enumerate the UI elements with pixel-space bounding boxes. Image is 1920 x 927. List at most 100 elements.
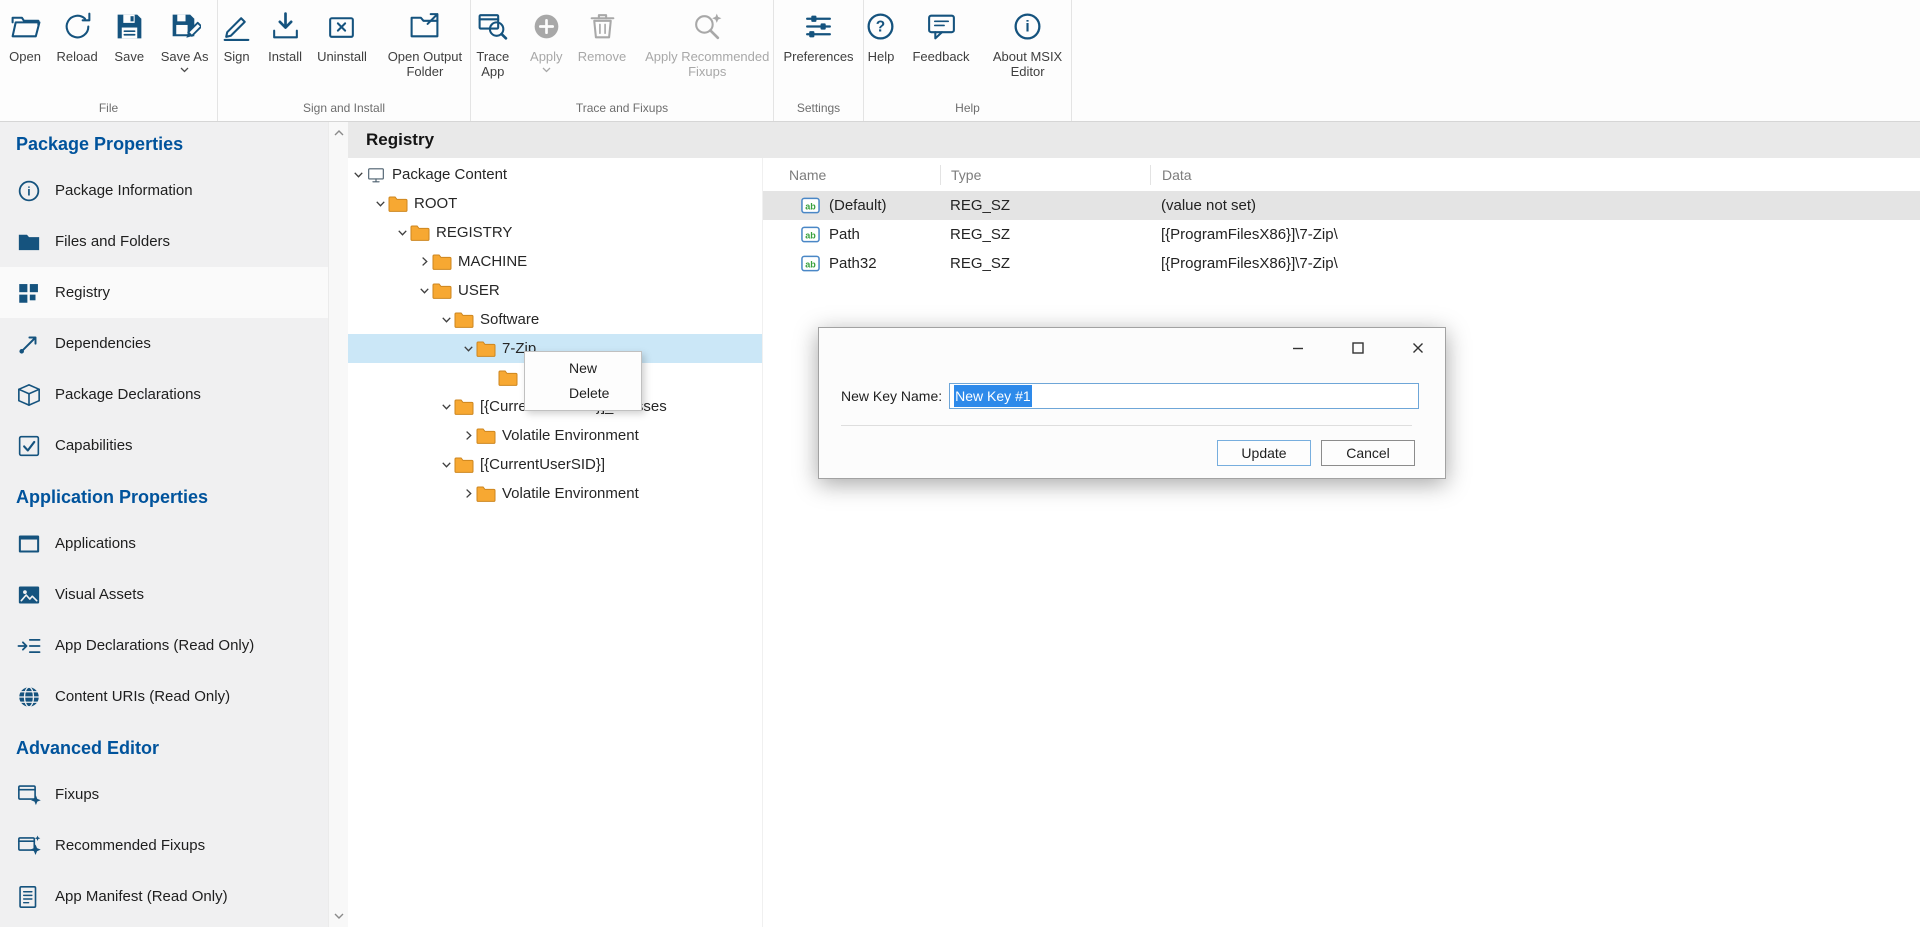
registry-value-row[interactable]: ab (Default) REG_SZ (value not set) <box>763 191 1920 220</box>
save-as-button[interactable]: Save As <box>155 8 215 75</box>
apply-recommended-fixups-button[interactable]: Apply Recommended Fixups <box>635 8 779 81</box>
sidebar-item-package-information[interactable]: i Package Information <box>0 165 328 216</box>
page-title: Registry <box>348 122 1920 158</box>
scroll-up-icon[interactable] <box>329 124 348 142</box>
tree-row-software[interactable]: Software <box>348 305 762 334</box>
sidebar-item-app-declarations[interactable]: App Declarations (Read Only) <box>0 620 328 671</box>
feedback-button[interactable]: Feedback <box>906 8 975 66</box>
chevron-down-icon[interactable] <box>460 341 476 357</box>
new-key-name-input[interactable]: New Key #1 <box>949 383 1419 409</box>
open-button[interactable]: Open <box>3 8 48 66</box>
tree-row-currentusersid[interactable]: [{CurrentUserSID}] <box>348 450 762 479</box>
folder-icon <box>476 427 496 445</box>
tree-row-user[interactable]: USER <box>348 276 762 305</box>
install-button[interactable]: Install <box>262 8 308 66</box>
folder-icon <box>454 311 474 329</box>
document-icon <box>16 884 42 910</box>
sidebar-item-registry[interactable]: Registry <box>0 267 328 318</box>
button-label: Feedback <box>912 49 969 64</box>
sidebar-item-app-manifest[interactable]: App Manifest (Read Only) <box>0 871 328 922</box>
update-button[interactable]: Update <box>1217 440 1311 466</box>
sidebar-item-capabilities[interactable]: Capabilities <box>0 420 328 471</box>
tree-row-volatile-environment[interactable]: Volatile Environment <box>348 479 762 508</box>
registry-value-row[interactable]: ab Path REG_SZ [{ProgramFilesX86}]\7-Zip… <box>763 220 1920 249</box>
save-icon <box>113 10 146 43</box>
registry-value-row[interactable]: ab Path32 REG_SZ [{ProgramFilesX86}]\7-Z… <box>763 249 1920 278</box>
apply-button[interactable]: Apply <box>524 8 569 75</box>
dropdown-chevron-icon <box>542 67 551 73</box>
ribbon-group-label: File <box>0 101 217 121</box>
sidebar-item-files-and-folders[interactable]: Files and Folders <box>0 216 328 267</box>
save-button[interactable]: Save <box>107 8 152 66</box>
button-label: Apply Recommended Fixups <box>641 49 773 79</box>
open-output-folder-button[interactable]: Open Output Folder <box>376 8 474 81</box>
folder-icon <box>410 224 430 242</box>
value-data: [{ProgramFilesX86}]\7-Zip\ <box>1150 255 1920 272</box>
chevron-down-icon[interactable] <box>438 312 454 328</box>
checkbox-icon <box>16 433 42 459</box>
string-value-icon: ab <box>801 197 820 214</box>
column-header-type[interactable]: Type <box>940 165 1150 185</box>
sidebar-item-label: App Manifest (Read Only) <box>55 888 228 905</box>
install-icon <box>269 10 302 43</box>
chevron-down-icon[interactable] <box>350 167 366 183</box>
sidebar-item-applications[interactable]: Applications <box>0 518 328 569</box>
reload-button[interactable]: Reload <box>51 8 104 66</box>
tree-row-volatile-environment[interactable]: Volatile Environment <box>348 421 762 450</box>
sidebar-item-visual-assets[interactable]: Visual Assets <box>0 569 328 620</box>
apply-recommended-fixups-icon <box>691 10 724 43</box>
sidebar-item-label: Dependencies <box>55 335 151 352</box>
minimize-icon[interactable] <box>1287 340 1309 356</box>
remove-button[interactable]: Remove <box>572 8 632 66</box>
column-header-name[interactable]: Name <box>763 165 940 185</box>
svg-text:ab: ab <box>805 201 816 211</box>
maximize-icon[interactable] <box>1347 340 1369 356</box>
scroll-down-icon[interactable] <box>329 907 348 925</box>
sidebar-item-package-declarations[interactable]: Package Declarations <box>0 369 328 420</box>
main-panel: Registry Package Content ROOT <box>348 122 1920 927</box>
sidebar-item-dependencies[interactable]: Dependencies <box>0 318 328 369</box>
column-header-data[interactable]: Data <box>1150 165 1920 185</box>
values-header: Name Type Data <box>763 158 1920 191</box>
chevron-down-icon[interactable] <box>394 225 410 241</box>
tree-row-root[interactable]: ROOT <box>348 189 762 218</box>
sign-button[interactable]: Sign <box>214 8 259 66</box>
cancel-button[interactable]: Cancel <box>1321 440 1415 466</box>
uninstall-icon <box>325 10 358 43</box>
ribbon-group-label: Help <box>864 101 1071 121</box>
registry-icon <box>16 280 42 306</box>
tree-row-machine[interactable]: MACHINE <box>348 247 762 276</box>
section-title-package-properties: Package Properties <box>0 128 328 165</box>
about-msix-editor-button[interactable]: i About MSIX Editor <box>979 8 1077 81</box>
chevron-down-icon[interactable] <box>416 283 432 299</box>
sign-icon <box>220 10 253 43</box>
trace-app-button[interactable]: Trace App <box>465 8 521 81</box>
button-label: Sign <box>224 49 250 64</box>
folder-icon <box>476 340 496 358</box>
uninstall-button[interactable]: Uninstall <box>311 8 373 66</box>
folder-icon <box>388 195 408 213</box>
chevron-right-icon[interactable] <box>460 486 476 502</box>
chevron-down-icon[interactable] <box>438 457 454 473</box>
tree-row-label: Volatile Environment <box>502 427 639 444</box>
button-label: Apply <box>530 49 563 64</box>
sidebar-item-content-uris[interactable]: Content URIs (Read Only) <box>0 671 328 722</box>
tree-row-registry[interactable]: REGISTRY <box>348 218 762 247</box>
sidebar-item-fixups[interactable]: Fixups <box>0 769 328 820</box>
chevron-down-icon[interactable] <box>372 196 388 212</box>
sidebar-scrollbar[interactable] <box>328 122 348 927</box>
close-icon[interactable] <box>1407 340 1429 356</box>
context-menu-item-new[interactable]: New <box>525 356 641 381</box>
chevron-down-icon[interactable] <box>438 399 454 415</box>
help-button[interactable]: ? Help <box>858 8 903 66</box>
sidebar-item-recommended-fixups[interactable]: Recommended Fixups <box>0 820 328 871</box>
tree-row-package-content[interactable]: Package Content <box>348 160 762 189</box>
ribbon-group-sign-and-install: Sign Install Uninstall Open Output F <box>218 0 471 121</box>
ribbon-group-help: ? Help Feedback i About MSIX Editor Help <box>864 0 1072 121</box>
context-menu-item-delete[interactable]: Delete <box>525 381 641 406</box>
chevron-right-icon[interactable] <box>460 428 476 444</box>
chevron-right-icon[interactable] <box>416 254 432 270</box>
registry-tree: Package Content ROOT REGISTRY <box>348 158 762 927</box>
preferences-button[interactable]: Preferences <box>777 8 859 66</box>
about-icon: i <box>1011 10 1044 43</box>
